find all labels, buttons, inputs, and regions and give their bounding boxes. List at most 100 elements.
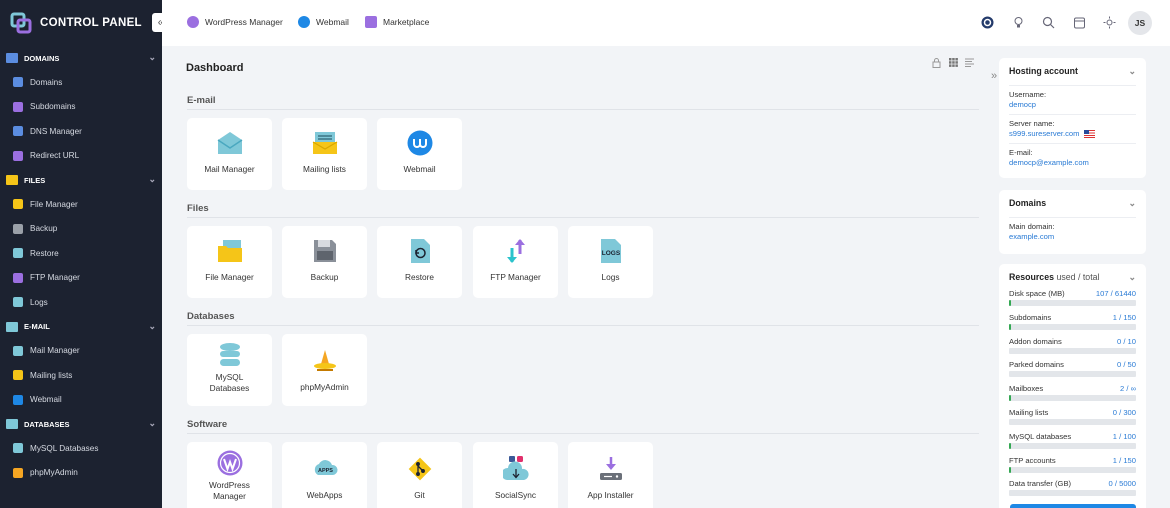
resource-value: 0 / 10 <box>1117 336 1136 346</box>
resource-row: Data transfer (GB) 0 / 5000 <box>1009 476 1136 500</box>
sidebar-item-phpmyadmin[interactable]: phpMyAdmin <box>0 461 162 486</box>
top-link-webmail[interactable]: Webmail <box>298 16 349 28</box>
logo-icon <box>10 12 32 34</box>
resource-label: Addon domains <box>1009 336 1062 346</box>
sidebar-section-files[interactable]: FILES ⌄ <box>0 168 162 192</box>
chevron-down-icon[interactable]: ⌄ <box>148 321 156 332</box>
resource-progress-bar <box>1009 442 1136 449</box>
sidebar-item-mailing-lists[interactable]: Mailing lists <box>0 363 162 388</box>
top-link-wordpress-manager[interactable]: WordPress Manager <box>187 16 283 28</box>
resource-progress-bar <box>1009 395 1136 402</box>
tile-file-manager[interactable]: File Manager <box>187 226 272 298</box>
git-icon <box>407 456 433 482</box>
sidebar-section-title: DOMAINS <box>24 53 60 63</box>
hosting-account-card: Hosting account ⌄ Username: democp Serve… <box>999 58 1146 178</box>
sidebar-section-e-mail[interactable]: E-MAIL ⌄ <box>0 315 162 339</box>
wordpress-icon <box>217 450 243 476</box>
server-row: s999.sureserver.com <box>1009 129 1136 138</box>
sidebar-section-domains[interactable]: DOMAINS ⌄ <box>0 46 162 70</box>
top-link-marketplace[interactable]: Marketplace <box>365 16 429 28</box>
chevron-down-icon[interactable]: ⌄ <box>148 418 156 429</box>
card-header[interactable]: Resources used / total ⌄ <box>1009 272 1136 286</box>
sidebar-item-backup[interactable]: Backup <box>0 217 162 242</box>
card-header[interactable]: Domains ⌄ <box>1009 198 1136 212</box>
tile-phpmyadmin[interactable]: phpMyAdmin <box>282 334 367 406</box>
card-subtitle: used / total <box>1056 272 1100 282</box>
resource-progress-bar <box>1009 347 1136 354</box>
tile-mysql-databases[interactable]: MySQL Databases <box>187 334 272 406</box>
sidebar-item-restore[interactable]: Restore <box>0 241 162 266</box>
sidebar-item-webmail[interactable]: Webmail <box>0 388 162 413</box>
divider <box>187 433 979 434</box>
sidebar-item-label: phpMyAdmin <box>30 468 78 478</box>
cart-icon <box>365 16 377 28</box>
calendar-icon[interactable] <box>1073 16 1086 29</box>
resource-label: MySQL databases <box>1009 431 1072 441</box>
username-value: democp <box>1009 100 1037 109</box>
logs-icon: LOGS <box>598 238 624 264</box>
sidebar-item-redirect-url[interactable]: Redirect URL <box>0 144 162 169</box>
resource-progress-bar <box>1009 490 1136 497</box>
tile-logs[interactable]: LOGS Logs <box>568 226 653 298</box>
tile-backup[interactable]: Backup <box>282 226 367 298</box>
resources-card: Resources used / total ⌄ Disk space (MB)… <box>999 264 1146 508</box>
tile-mailing-lists[interactable]: Mailing lists <box>282 118 367 190</box>
sidebar-section-title: FILES <box>24 175 46 185</box>
tile-label: Restore <box>404 272 435 282</box>
sidebar-item-domains[interactable]: Domains <box>0 70 162 95</box>
svg-text:LOGS: LOGS <box>601 250 620 257</box>
database-icon <box>13 443 23 454</box>
section-icon <box>6 419 18 429</box>
tile-label: phpMyAdmin <box>300 382 349 392</box>
tile-socialsync[interactable]: SocialSync <box>473 442 558 508</box>
chevron-down-icon[interactable]: ⌄ <box>1128 66 1136 77</box>
chevron-down-icon[interactable]: ⌄ <box>148 174 156 185</box>
category-title: Files <box>187 203 209 214</box>
tile-wordpress-manager[interactable]: WordPress Manager <box>187 442 272 508</box>
email-value: democp@example.com <box>1009 158 1089 167</box>
panel-toggle-button[interactable]: » <box>991 70 997 82</box>
grid-view-icon[interactable] <box>949 58 958 67</box>
phpmyadmin-icon <box>312 348 338 374</box>
tile-ftp-manager[interactable]: FTP Manager <box>473 226 558 298</box>
sidebar-item-logs[interactable]: Logs <box>0 290 162 315</box>
sidebar-item-subdomains[interactable]: Subdomains <box>0 95 162 120</box>
sidebar-item-ftp-manager[interactable]: FTP Manager <box>0 266 162 291</box>
resources-button[interactable] <box>1010 504 1136 508</box>
tile-restore[interactable]: Restore <box>377 226 462 298</box>
card-header[interactable]: Hosting account ⌄ <box>1009 66 1136 80</box>
tile-webapps[interactable]: APPS WebApps <box>282 442 367 508</box>
lock-icon[interactable] <box>932 58 941 68</box>
sidebar-item-dns-manager[interactable]: DNS Manager <box>0 119 162 144</box>
sidebar-item-label: Domains <box>30 77 63 87</box>
sidebar-item-label: Logs <box>30 297 48 307</box>
logo[interactable]: CONTROL PANEL <box>0 0 162 46</box>
avatar[interactable]: JS <box>1128 11 1152 35</box>
tile-mail-manager[interactable]: Mail Manager <box>187 118 272 190</box>
chevron-down-icon[interactable]: ⌄ <box>1128 198 1136 209</box>
search-icon[interactable] <box>1042 16 1055 29</box>
tile-git[interactable]: Git <box>377 442 462 508</box>
divider <box>1009 143 1136 144</box>
sun-icon[interactable] <box>1103 16 1116 29</box>
sidebar-section-title: DATABASES <box>24 419 70 429</box>
sidebar-section-databases[interactable]: DATABASES ⌄ <box>0 412 162 436</box>
sidebar-item-label: DNS Manager <box>30 126 82 136</box>
tile-label: Git <box>414 490 425 500</box>
sidebar-item-file-manager[interactable]: File Manager <box>0 192 162 217</box>
sync-icon[interactable] <box>981 16 994 29</box>
restore-icon <box>13 248 23 259</box>
tile-webmail[interactable]: Webmail <box>377 118 462 190</box>
sidebar-item-mysql-databases[interactable]: MySQL Databases <box>0 436 162 461</box>
resource-progress-bar <box>1009 300 1136 306</box>
logs-icon <box>13 297 23 308</box>
chevron-down-icon[interactable]: ⌄ <box>148 52 156 63</box>
list-view-icon[interactable] <box>965 58 974 67</box>
divider <box>187 217 979 218</box>
chevron-down-icon[interactable]: ⌄ <box>1128 272 1136 283</box>
section-icon <box>6 321 18 332</box>
sidebar-item-mail-manager[interactable]: Mail Manager <box>0 339 162 364</box>
divider <box>187 109 979 110</box>
tile-app-installer[interactable]: App Installer <box>568 442 653 508</box>
lightbulb-icon[interactable] <box>1012 16 1025 29</box>
